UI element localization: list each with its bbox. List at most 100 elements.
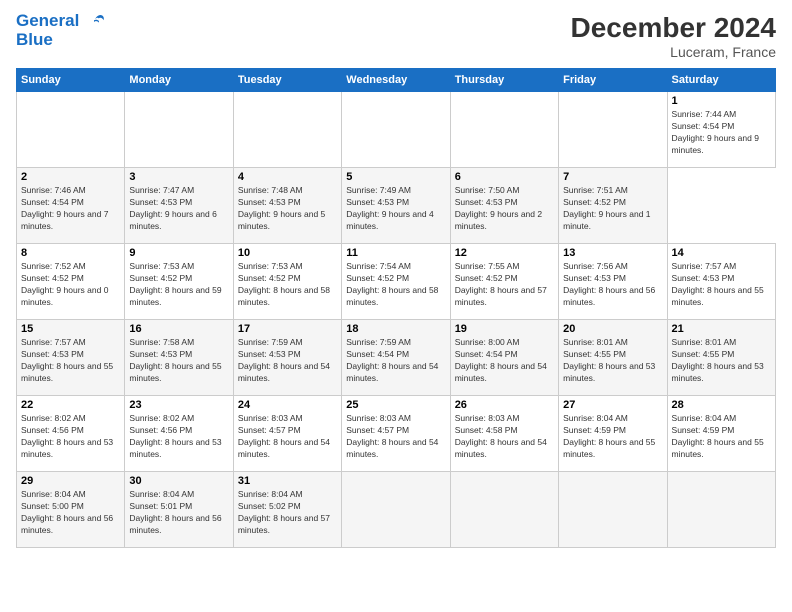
calendar-table: Sunday Monday Tuesday Wednesday Thursday… xyxy=(16,68,776,548)
day-number: 31 xyxy=(238,475,337,487)
day-number: 17 xyxy=(238,323,337,335)
table-cell: 29Sunrise: 8:04 AMSunset: 5:00 PMDayligh… xyxy=(17,472,125,548)
day-detail: Sunrise: 7:56 AMSunset: 4:53 PMDaylight:… xyxy=(563,261,655,307)
logo-blue: Blue xyxy=(16,31,108,50)
day-detail: Sunrise: 8:03 AMSunset: 4:57 PMDaylight:… xyxy=(346,413,438,459)
day-number: 12 xyxy=(455,247,554,259)
day-detail: Sunrise: 7:55 AMSunset: 4:52 PMDaylight:… xyxy=(455,261,547,307)
table-cell: 20Sunrise: 8:01 AMSunset: 4:55 PMDayligh… xyxy=(559,320,667,396)
day-number: 7 xyxy=(563,171,662,183)
col-saturday: Saturday xyxy=(667,69,775,92)
logo-general: General xyxy=(16,11,79,30)
day-number: 24 xyxy=(238,399,337,411)
day-number: 30 xyxy=(129,475,228,487)
table-cell: 26 Sunrise: 8:03 AMSunset: 4:58 PMDayligh… xyxy=(450,396,558,472)
table-cell: 31 Sunrise: 8:04 AMSunset: 5:02 PMDayligh… xyxy=(233,472,341,548)
table-cell: 2 Sunrise: 7:46 AMSunset: 4:54 PMDaylight… xyxy=(17,168,125,244)
day-number: 1 xyxy=(672,95,771,107)
day-detail: Sunrise: 7:57 AMSunset: 4:53 PMDaylight:… xyxy=(21,337,113,383)
day-number: 4 xyxy=(238,171,337,183)
month-title: December 2024 xyxy=(571,12,776,44)
day-number: 25 xyxy=(346,399,445,411)
logo: General Blue xyxy=(16,12,108,49)
table-cell: 22Sunrise: 8:02 AMSunset: 4:56 PMDayligh… xyxy=(17,396,125,472)
day-number: 27 xyxy=(563,399,662,411)
calendar-week-row: 1 Sunrise: 7:44 AMSunset: 4:54 PMDaylight… xyxy=(17,92,776,168)
calendar-week-row: 22Sunrise: 8:02 AMSunset: 4:56 PMDayligh… xyxy=(17,396,776,472)
day-number: 3 xyxy=(129,171,228,183)
day-detail: Sunrise: 7:48 AMSunset: 4:53 PMDaylight:… xyxy=(238,185,325,231)
calendar-week-row: 2 Sunrise: 7:46 AMSunset: 4:54 PMDaylight… xyxy=(17,168,776,244)
day-number: 21 xyxy=(672,323,771,335)
day-number: 26 xyxy=(455,399,554,411)
table-cell xyxy=(342,472,450,548)
day-number: 19 xyxy=(455,323,554,335)
calendar-week-row: 15 Sunrise: 7:57 AMSunset: 4:53 PMDayligh… xyxy=(17,320,776,396)
day-number: 11 xyxy=(346,247,445,259)
table-cell: 25 Sunrise: 8:03 AMSunset: 4:57 PMDayligh… xyxy=(342,396,450,472)
table-cell xyxy=(125,92,233,168)
day-detail: Sunrise: 7:58 AMSunset: 4:53 PMDaylight:… xyxy=(129,337,221,383)
table-cell: 23Sunrise: 8:02 AMSunset: 4:56 PMDayligh… xyxy=(125,396,233,472)
day-number: 2 xyxy=(21,171,120,183)
day-detail: Sunrise: 7:50 AMSunset: 4:53 PMDaylight:… xyxy=(455,185,542,231)
day-number: 18 xyxy=(346,323,445,335)
table-cell xyxy=(233,92,341,168)
day-detail: Sunrise: 7:52 AMSunset: 4:52 PMDaylight:… xyxy=(21,261,108,307)
day-detail: Sunrise: 7:47 AMSunset: 4:53 PMDaylight:… xyxy=(129,185,216,231)
calendar-week-row: 8Sunrise: 7:52 AMSunset: 4:52 PMDaylight… xyxy=(17,244,776,320)
day-number: 20 xyxy=(563,323,662,335)
col-friday: Friday xyxy=(559,69,667,92)
day-detail: Sunrise: 8:04 AMSunset: 5:02 PMDaylight:… xyxy=(238,489,330,535)
table-cell xyxy=(342,92,450,168)
table-cell: 14 Sunrise: 7:57 AMSunset: 4:53 PMDayligh… xyxy=(667,244,775,320)
table-cell: 13 Sunrise: 7:56 AMSunset: 4:53 PMDayligh… xyxy=(559,244,667,320)
title-block: December 2024 Luceram, France xyxy=(571,12,776,60)
table-cell: 18 Sunrise: 7:59 AMSunset: 4:54 PMDayligh… xyxy=(342,320,450,396)
table-cell: 11 Sunrise: 7:54 AMSunset: 4:52 PMDayligh… xyxy=(342,244,450,320)
day-detail: Sunrise: 8:00 AMSunset: 4:54 PMDaylight:… xyxy=(455,337,547,383)
col-sunday: Sunday xyxy=(17,69,125,92)
logo-bird-icon xyxy=(86,13,108,31)
day-number: 16 xyxy=(129,323,228,335)
day-detail: Sunrise: 7:53 AMSunset: 4:52 PMDaylight:… xyxy=(238,261,330,307)
table-cell: 30Sunrise: 8:04 AMSunset: 5:01 PMDayligh… xyxy=(125,472,233,548)
col-wednesday: Wednesday xyxy=(342,69,450,92)
day-detail: Sunrise: 7:44 AMSunset: 4:54 PMDaylight:… xyxy=(672,109,759,155)
day-number: 14 xyxy=(672,247,771,259)
day-number: 6 xyxy=(455,171,554,183)
table-cell: 15 Sunrise: 7:57 AMSunset: 4:53 PMDayligh… xyxy=(17,320,125,396)
table-cell xyxy=(559,472,667,548)
day-detail: Sunrise: 8:04 AMSunset: 4:59 PMDaylight:… xyxy=(672,413,764,459)
table-cell xyxy=(559,92,667,168)
table-cell: 27 Sunrise: 8:04 AMSunset: 4:59 PMDayligh… xyxy=(559,396,667,472)
table-cell: 1 Sunrise: 7:44 AMSunset: 4:54 PMDaylight… xyxy=(667,92,775,168)
calendar-week-row: 29Sunrise: 8:04 AMSunset: 5:00 PMDayligh… xyxy=(17,472,776,548)
day-number: 10 xyxy=(238,247,337,259)
header: General Blue December 2024 Luceram, Fran… xyxy=(16,12,776,60)
day-detail: Sunrise: 7:54 AMSunset: 4:52 PMDaylight:… xyxy=(346,261,438,307)
table-cell: 12 Sunrise: 7:55 AMSunset: 4:52 PMDayligh… xyxy=(450,244,558,320)
table-cell: 17 Sunrise: 7:59 AMSunset: 4:53 PMDayligh… xyxy=(233,320,341,396)
table-cell: 24 Sunrise: 8:03 AMSunset: 4:57 PMDayligh… xyxy=(233,396,341,472)
day-detail: Sunrise: 8:03 AMSunset: 4:58 PMDaylight:… xyxy=(455,413,547,459)
table-cell: 5Sunrise: 7:49 AMSunset: 4:53 PMDaylight… xyxy=(342,168,450,244)
day-number: 22 xyxy=(21,399,120,411)
day-detail: Sunrise: 8:04 AMSunset: 4:59 PMDaylight:… xyxy=(563,413,655,459)
day-number: 13 xyxy=(563,247,662,259)
day-detail: Sunrise: 7:59 AMSunset: 4:54 PMDaylight:… xyxy=(346,337,438,383)
table-cell xyxy=(450,472,558,548)
day-detail: Sunrise: 8:04 AMSunset: 5:00 PMDaylight:… xyxy=(21,489,113,535)
day-detail: Sunrise: 8:03 AMSunset: 4:57 PMDaylight:… xyxy=(238,413,330,459)
day-detail: Sunrise: 7:46 AMSunset: 4:54 PMDaylight:… xyxy=(21,185,108,231)
table-cell xyxy=(450,92,558,168)
location: Luceram, France xyxy=(571,44,776,60)
table-cell: 8Sunrise: 7:52 AMSunset: 4:52 PMDaylight… xyxy=(17,244,125,320)
day-detail: Sunrise: 7:57 AMSunset: 4:53 PMDaylight:… xyxy=(672,261,764,307)
col-thursday: Thursday xyxy=(450,69,558,92)
day-number: 9 xyxy=(129,247,228,259)
day-number: 15 xyxy=(21,323,120,335)
table-cell: 6 Sunrise: 7:50 AMSunset: 4:53 PMDaylight… xyxy=(450,168,558,244)
table-cell: 10 Sunrise: 7:53 AMSunset: 4:52 PMDayligh… xyxy=(233,244,341,320)
day-detail: Sunrise: 7:59 AMSunset: 4:53 PMDaylight:… xyxy=(238,337,330,383)
